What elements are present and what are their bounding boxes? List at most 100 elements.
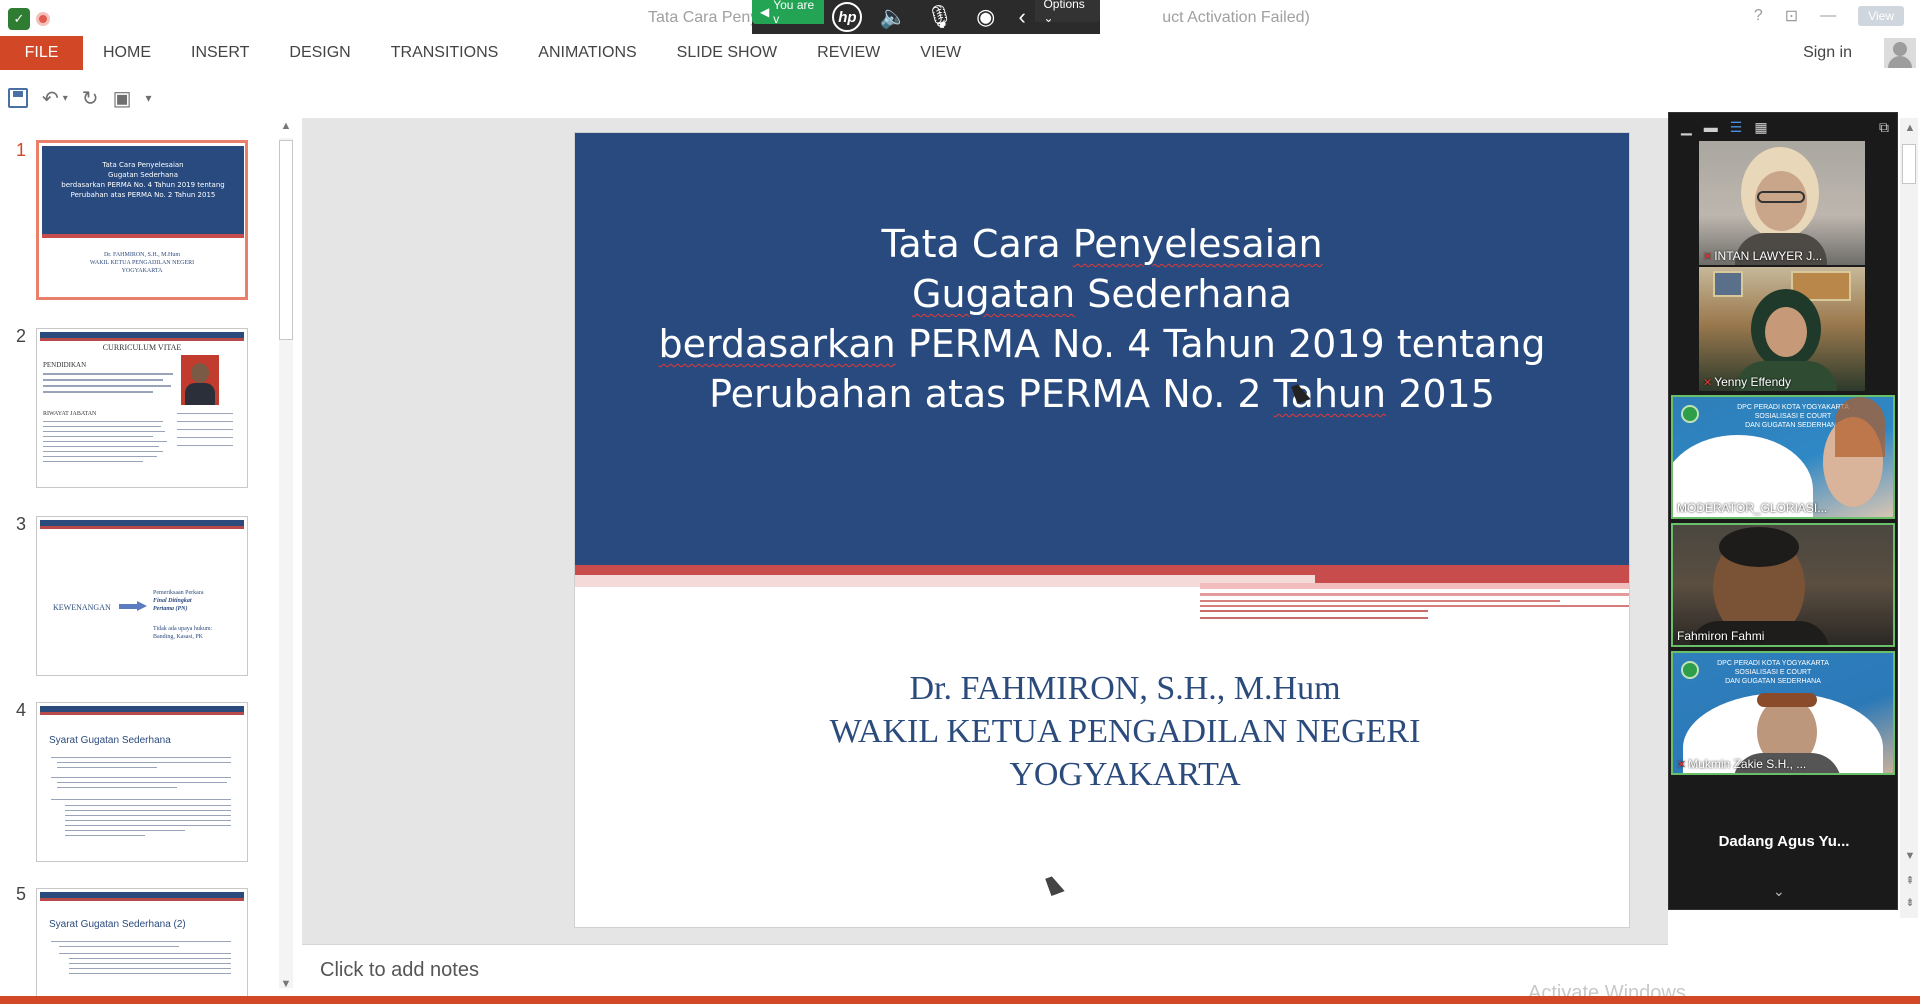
thumb-line: WAKIL KETUA PENGADILAN NEGERI	[89, 260, 195, 266]
slide-thumbnail-1[interactable]: Tata Cara Penyelesaian Gugatan Sederhana…	[36, 140, 248, 300]
volume-icon[interactable]: 🔈	[870, 0, 916, 34]
participant-tile[interactable]: ✕ INTAN LAWYER J...	[1699, 141, 1865, 265]
sign-in-link[interactable]: Sign in	[1803, 44, 1852, 62]
participant-name: Yenny Effendy	[1714, 375, 1791, 389]
thumbnail-number: 5	[16, 884, 27, 904]
sharing-status-label: You are v	[773, 0, 815, 26]
video-gallery-panel: ▁ ▬ ☰ ▦ ⧉ ✕ INTAN LAWYER J... ✕ Yenny Effe…	[1668, 112, 1898, 910]
minimize-icon[interactable]: —	[1820, 7, 1836, 25]
thumb-line: berdasarkan PERMA No. 4 Tahun 2019 tenta…	[61, 181, 225, 189]
redo-icon[interactable]: ↻	[82, 86, 99, 111]
status-bar	[0, 996, 1920, 1004]
record-icon[interactable]	[36, 12, 50, 26]
slide-subtitle-line: WAKIL KETUA PENGADILAN NEGERI	[829, 713, 1421, 750]
customize-icon[interactable]: ▾	[145, 91, 151, 105]
banner-line: DPC PERADI KOTA YOGYAKARTA	[1717, 660, 1829, 667]
tab-review[interactable]: REVIEW	[797, 36, 900, 70]
slide-thumbnail-4[interactable]: Syarat Gugatan Sederhana	[36, 702, 248, 862]
slide-thumbnail-3[interactable]: KEWENANGAN Pemeriksaan Perkara Final Dit…	[36, 516, 248, 676]
slide-title-line: Tata Cara Penyelesaian	[881, 222, 1323, 266]
thumb-line: Final Ditingkat	[153, 598, 192, 604]
thumb-title: CURRICULUM VITAE	[102, 343, 182, 352]
thumb-heading: PENDIDIKAN	[43, 361, 87, 369]
thumb-line: Gugatan Sederhana	[108, 171, 178, 179]
mic-muted-icon: ✕	[1703, 377, 1713, 389]
participant-tile[interactable]: DPC PERADI KOTA YOGYAKARTA SOSIALISASI E…	[1671, 395, 1895, 519]
tab-slide-show[interactable]: SLIDE SHOW	[657, 36, 797, 70]
minimize-icon[interactable]: ▁	[1681, 119, 1692, 136]
participant-tile[interactable]: Fahmiron Fahmi	[1671, 523, 1895, 647]
thumb-label: KEWENANGAN	[53, 603, 111, 612]
slide-title[interactable]: Tata Cara Penyelesaian Gugatan Sederhana…	[575, 219, 1629, 419]
tab-file[interactable]: FILE	[0, 36, 83, 70]
notes-placeholder[interactable]: Click to add notes	[320, 959, 479, 982]
slide-subtitle-line: YOGYAKARTA	[1009, 756, 1241, 793]
thumb-title: Syarat Gugatan Sederhana	[49, 735, 171, 746]
slide-stripe	[1200, 617, 1428, 619]
chevron-left-icon[interactable]: ‹	[1009, 0, 1036, 34]
scrollbar-thumb[interactable]	[279, 140, 293, 340]
view-button[interactable]: View	[1858, 6, 1904, 26]
participant-tile[interactable]: DPC PERADI KOTA YOGYAKARTA SOSIALISASI E…	[1671, 651, 1895, 775]
speaker-icon: ◀	[760, 5, 770, 19]
slide-stripe	[1200, 610, 1428, 612]
share-toolbar: ◀ You are v hp 🔈 🎙 ◉ ‹ Options ⌄	[752, 0, 1100, 34]
slide-subtitle-line: Dr. FAHMIRON, S.H., M.Hum	[909, 670, 1341, 707]
previous-slide-icon[interactable]: ⇞	[1902, 874, 1918, 890]
broadcast-icon[interactable]: ◉	[963, 0, 1009, 34]
gallery-header: ▁ ▬ ☰ ▦ ⧉	[1669, 113, 1897, 141]
thumb-line: YOGYAKARTA	[121, 268, 163, 274]
save-icon[interactable]	[8, 88, 28, 108]
help-icon[interactable]: ?	[1754, 7, 1763, 25]
quick-access-toolbar: ↶ ▾ ↻ ▣ ▾	[0, 80, 152, 116]
microphone-icon[interactable]: 🎙	[917, 0, 963, 34]
scroll-down-icon[interactable]: ▼	[278, 978, 294, 994]
window-title-right: uct Activation Failed)	[1162, 9, 1310, 26]
strip-view-icon[interactable]: ☰	[1730, 119, 1743, 136]
participant-name-large[interactable]: Dadang Agus Yu...	[1669, 833, 1899, 850]
participant-name: Fahmiron Fahmi	[1677, 629, 1765, 643]
ribbon-tabs: HOME INSERT DESIGN TRANSITIONS ANIMATION…	[83, 36, 981, 70]
start-from-beginning-icon[interactable]: ▣	[113, 86, 132, 111]
scroll-up-icon[interactable]: ▲	[278, 120, 294, 136]
tab-insert[interactable]: INSERT	[171, 36, 269, 70]
options-button[interactable]: Options ⌄	[1035, 0, 1100, 25]
scrollbar-thumb[interactable]	[1902, 144, 1916, 184]
next-slide-icon[interactable]: ⇟	[1902, 896, 1918, 912]
sharing-status[interactable]: ◀ You are v	[752, 0, 825, 26]
mic-muted-icon: ✕	[1703, 251, 1713, 263]
scroll-up-icon[interactable]: ▲	[1902, 122, 1918, 138]
app-icons: ✓	[8, 8, 50, 30]
undo-dropdown-icon[interactable]: ▾	[63, 93, 68, 104]
speaker-view-icon[interactable]: ▬	[1704, 119, 1718, 135]
tab-view[interactable]: VIEW	[900, 36, 981, 70]
window-title-left: Tata Cara Penye	[648, 9, 768, 26]
tab-home[interactable]: HOME	[83, 36, 171, 70]
slide-title-line: berdasarkan PERMA No. 4 Tahun 2019 tenta…	[658, 322, 1546, 366]
slide-subtitle[interactable]: Dr. FAHMIRON, S.H., M.Hum WAKIL KETUA PE…	[575, 667, 1675, 796]
participant-tile[interactable]: ✕ Yenny Effendy	[1699, 267, 1865, 391]
chevron-down-icon[interactable]: ⌄	[1773, 883, 1785, 900]
gallery-grid-icon[interactable]: ▦	[1754, 119, 1767, 136]
undo-icon[interactable]: ↶	[42, 86, 59, 111]
tab-design[interactable]: DESIGN	[269, 36, 370, 70]
hp-logo-icon: hp	[824, 0, 870, 34]
slide-title-line: Gugatan Sederhana	[912, 272, 1292, 316]
avatar[interactable]	[1884, 38, 1916, 68]
tab-animations[interactable]: ANIMATIONS	[518, 36, 656, 70]
main-slide[interactable]: Tata Cara Penyelesaian Gugatan Sederhana…	[574, 132, 1630, 928]
thumb-line: Banding, Kasasi, PK	[153, 634, 203, 640]
slide-thumbnail-5[interactable]: Syarat Gugatan Sederhana (2)	[36, 888, 248, 998]
banner-line: SOSIALISASI E COURT	[1734, 669, 1812, 676]
ribbon-display-icon[interactable]: ⊡	[1785, 6, 1798, 26]
scroll-down-icon[interactable]: ▼	[1902, 850, 1918, 866]
thumb-line: Pertama (PN)	[153, 606, 188, 612]
slide-thumbnail-2[interactable]: CURRICULUM VITAE PENDIDIKAN RIWAYAT JABA…	[36, 328, 248, 488]
pop-out-icon[interactable]: ⧉	[1879, 119, 1889, 136]
editing-scrollbar[interactable]: ▲ ▼ ⇞ ⇟	[1900, 118, 1918, 918]
slide-thumbnail-pane: 1 Tata Cara Penyelesaian Gugatan Sederha…	[0, 118, 300, 998]
tab-transitions[interactable]: TRANSITIONS	[371, 36, 519, 70]
notes-pane[interactable]: Click to add notes	[302, 944, 1668, 998]
thumbnail-scrollbar[interactable]: ▲ ▼	[276, 118, 296, 998]
shield-icon[interactable]: ✓	[8, 8, 30, 30]
